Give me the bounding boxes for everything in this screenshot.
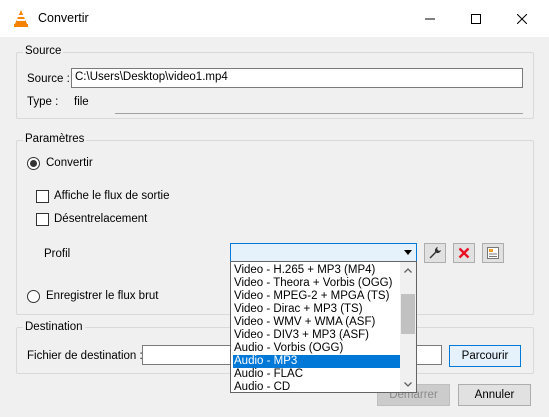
minimize-icon <box>425 18 435 19</box>
scrollbar-thumb[interactable] <box>401 294 415 334</box>
profile-option-dirac-mp3-ts[interactable]: Video - Dirac + MP3 (TS) <box>233 303 401 316</box>
wrench-icon <box>429 247 441 259</box>
source-label: Source : <box>27 73 70 85</box>
edit-profile-button[interactable] <box>424 243 446 263</box>
profile-dropdown-list[interactable]: Video - H.265 + MP3 (MP4) Video - Theora… <box>230 261 417 393</box>
profile-option-cd[interactable]: Audio - CD <box>233 381 401 392</box>
scroll-down-button[interactable] <box>400 376 416 392</box>
new-profile-icon <box>487 247 499 259</box>
profile-option-wmv-wma-asf[interactable]: Video - WMV + WMA (ASF) <box>233 316 401 329</box>
chevron-down-icon <box>404 381 412 387</box>
destination-group-label: Destination <box>23 321 85 333</box>
vlc-cone-icon <box>14 10 28 27</box>
dropdown-scrollbar[interactable] <box>400 262 416 392</box>
minimize-button[interactable] <box>407 0 453 37</box>
enregistrer-flux-label: Enregistrer le flux brut <box>46 290 159 302</box>
close-icon <box>517 13 527 24</box>
title-bar: Convertir <box>0 0 549 37</box>
chevron-down-icon <box>404 250 412 255</box>
affiche-flux-checkbox[interactable] <box>36 190 49 203</box>
profile-option-div3-mp3-asf[interactable]: Video - DIV3 + MP3 (ASF) <box>233 329 401 342</box>
maximize-icon <box>471 13 481 24</box>
profile-option-mp3[interactable]: Audio - MP3 <box>233 355 401 368</box>
desentrelacement-label: Désentrelacement <box>54 213 148 225</box>
profile-combo[interactable] <box>230 243 417 263</box>
desentrelacement-checkbox[interactable] <box>36 213 49 226</box>
delete-profile-button[interactable] <box>453 243 475 263</box>
close-button[interactable] <box>499 0 545 37</box>
maximize-button[interactable] <box>453 0 499 37</box>
source-separator <box>115 113 523 114</box>
profile-option-h265-mp3-mp4[interactable]: Video - H.265 + MP3 (MP4) <box>233 264 401 277</box>
browse-button[interactable]: Parcourir <box>449 345 521 367</box>
profil-label: Profil <box>44 248 71 260</box>
destination-file-label: Fichier de destination : <box>27 350 143 362</box>
chevron-up-icon <box>404 267 412 273</box>
cancel-button[interactable]: Annuler <box>458 384 531 406</box>
convertir-label: Convertir <box>46 157 93 169</box>
window-title: Convertir <box>38 11 89 25</box>
enregistrer-flux-radio[interactable] <box>27 290 40 303</box>
profile-option-theora-vorbis-ogg[interactable]: Video - Theora + Vorbis (OGG) <box>233 277 401 290</box>
type-label: Type : <box>27 96 59 108</box>
affiche-flux-label: Affiche le flux de sortie <box>54 190 170 202</box>
scroll-up-button[interactable] <box>400 262 416 278</box>
delete-x-icon <box>458 247 470 259</box>
convertir-radio[interactable] <box>27 157 40 170</box>
profile-option-flac[interactable]: Audio - FLAC <box>233 368 401 381</box>
type-value: file <box>74 96 89 108</box>
new-profile-button[interactable] <box>482 243 504 263</box>
parametres-group-label: Paramètres <box>23 133 87 145</box>
profile-option-vorbis-ogg[interactable]: Audio - Vorbis (OGG) <box>233 342 401 355</box>
source-path-field[interactable]: C:\Users\Desktop\video1.mp4 <box>71 68 523 88</box>
profile-option-mpeg2-mpga-ts[interactable]: Video - MPEG-2 + MPGA (TS) <box>233 290 401 303</box>
source-group-label: Source <box>23 45 64 57</box>
